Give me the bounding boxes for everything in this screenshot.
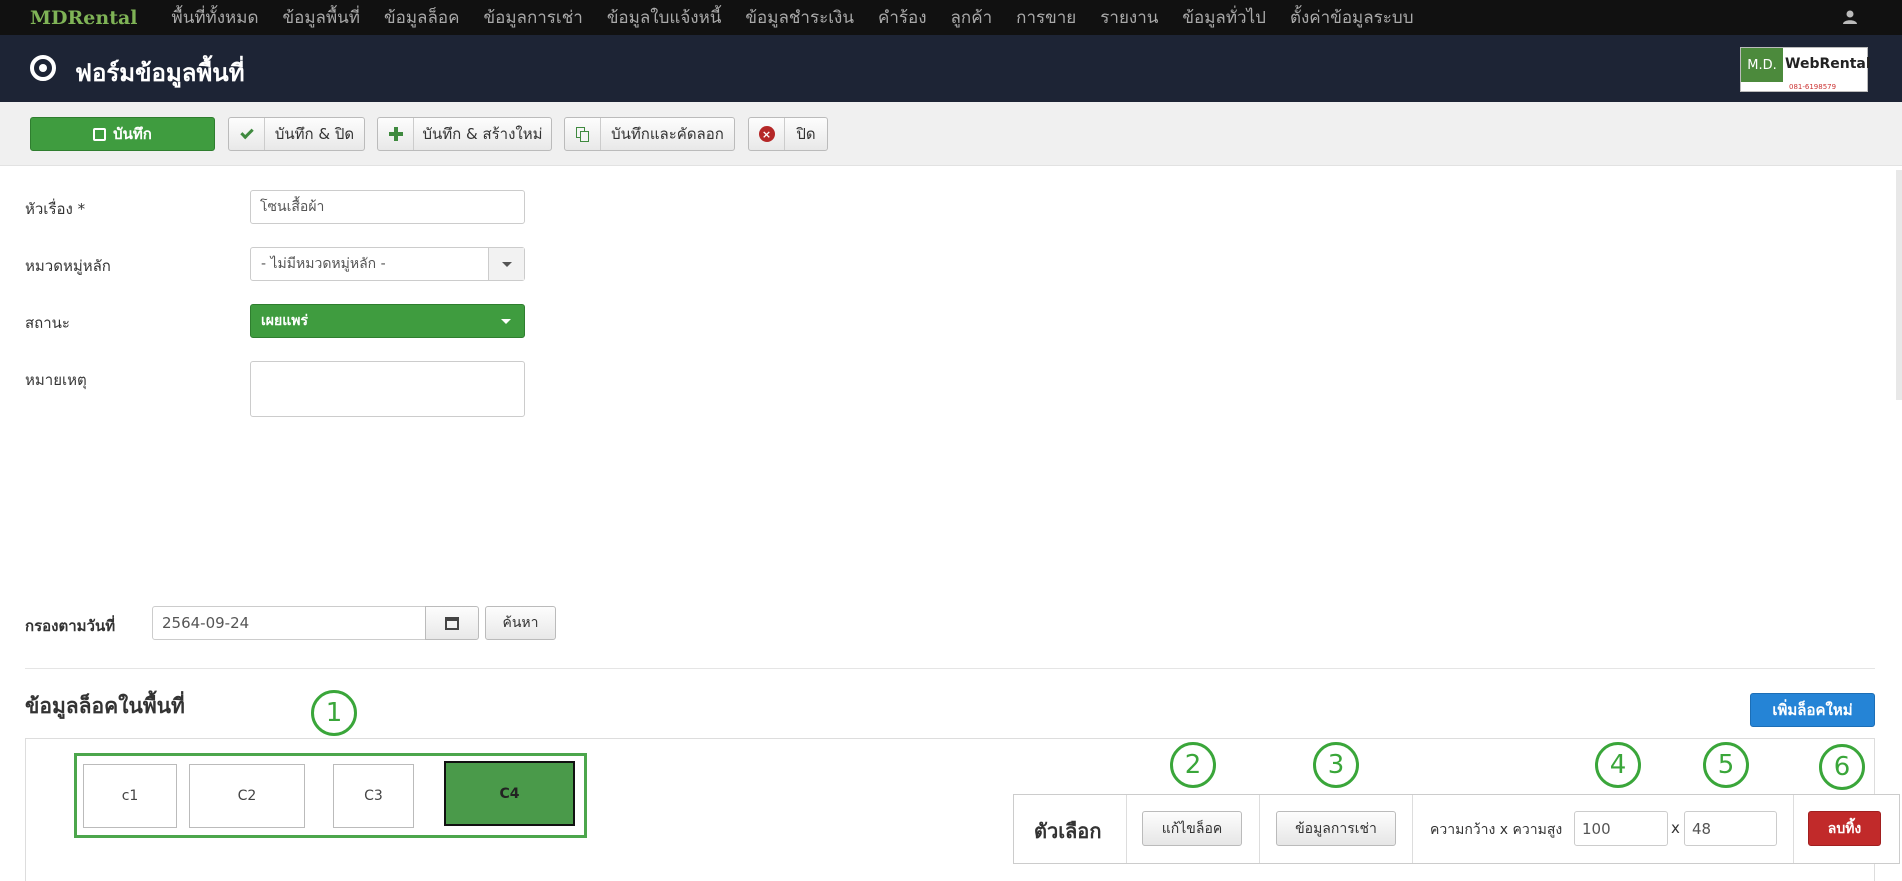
save-button[interactable]: บันทึก <box>30 117 215 151</box>
lock-block-c1[interactable]: c1 <box>83 764 177 828</box>
check-icon <box>229 118 265 150</box>
height-input[interactable] <box>1684 811 1777 846</box>
save-close-button[interactable]: บันทึก & ปิด <box>228 117 365 151</box>
save-close-label: บันทึก & ปิด <box>274 125 355 143</box>
logo-name: WebRental <box>1785 56 1871 72</box>
callout-1: 1 <box>311 690 357 736</box>
title-input[interactable] <box>250 190 525 224</box>
nav-item-system-settings[interactable]: ตั้งค่าข้อมูลระบบ <box>1278 4 1426 31</box>
edit-icon <box>93 127 107 141</box>
nav-item-lock-info[interactable]: ข้อมูลล็อค <box>372 4 471 31</box>
title-label: หัวเรื่อง * <box>25 200 86 218</box>
top-navbar: MDRental พื้นที่ทั้งหมด ข้อมูลพื้นที่ ข้… <box>0 0 1902 35</box>
callout-3: 3 <box>1313 742 1359 788</box>
search-button[interactable]: ค้นหา <box>485 606 556 640</box>
scrollbar[interactable] <box>1896 170 1902 400</box>
options-divider <box>1793 795 1794 863</box>
target-icon <box>30 55 56 81</box>
nav-item-all-areas[interactable]: พื้นที่ทั้งหมด <box>160 4 271 31</box>
nav-item-reports[interactable]: รายงาน <box>1088 4 1170 31</box>
category-label: หมวดหมู่หลัก <box>25 257 111 275</box>
user-icon[interactable] <box>1842 9 1858 25</box>
nav-item-requests[interactable]: คำร้อง <box>866 4 939 31</box>
brand-logo[interactable]: MDRental <box>0 7 160 29</box>
calendar-icon <box>445 616 459 630</box>
page-title: ฟอร์มข้อมูลพื้นที่ <box>75 59 245 87</box>
lock-block-c2[interactable]: C2 <box>189 764 305 828</box>
nav-item-area-info[interactable]: ข้อมูลพื้นที่ <box>271 4 373 31</box>
save-copy-button[interactable]: บันทึกและคัดลอก <box>564 117 735 151</box>
lock-block-c3[interactable]: C3 <box>333 764 414 828</box>
options-divider <box>1412 795 1413 863</box>
note-textarea[interactable] <box>250 361 525 417</box>
rental-info-button[interactable]: ข้อมูลการเช่า <box>1276 811 1396 846</box>
close-label: ปิด <box>796 125 816 143</box>
size-separator: x <box>1671 819 1680 837</box>
company-logo: M.D. WebRental 081-6198579 <box>1740 47 1871 92</box>
logo-md: M.D. <box>1741 48 1783 82</box>
close-icon: × <box>749 118 785 150</box>
callout-6: 6 <box>1819 744 1865 790</box>
plus-icon <box>378 118 414 150</box>
delete-button[interactable]: ลบทิ้ง <box>1808 811 1881 846</box>
category-value: - ไม่มีหมวดหมู่หลัก - <box>261 256 386 272</box>
options-divider <box>1259 795 1260 863</box>
nav-item-invoice-info[interactable]: ข้อมูลใบแจ้งหนี้ <box>595 4 734 31</box>
logo-phone: 081-6198579 <box>1789 83 1837 91</box>
status-value: เผยแพร่ <box>261 313 308 329</box>
locks-section-title: ข้อมูลล็อคในพื้นที่ <box>25 694 185 718</box>
calendar-button[interactable] <box>425 606 479 640</box>
save-button-label: บันทึก <box>113 125 152 143</box>
callout-4: 4 <box>1595 742 1641 788</box>
save-copy-label: บันทึกและคัดลอก <box>611 125 724 143</box>
options-divider <box>1126 795 1127 863</box>
category-select[interactable]: - ไม่มีหมวดหมู่หลัก - <box>250 247 525 281</box>
callout-5: 5 <box>1703 742 1749 788</box>
edit-lock-button[interactable]: แก้ไขล็อค <box>1142 811 1242 846</box>
action-toolbar: บันทึก บันทึก & ปิด บันทึก & สร้างใหม่ บ… <box>0 102 1902 166</box>
status-label: สถานะ <box>25 314 70 332</box>
options-title: ตัวเลือก <box>1034 819 1102 843</box>
chevron-down-icon <box>488 248 524 280</box>
width-input[interactable] <box>1574 811 1668 846</box>
size-label: ความกว้าง x ความสูง <box>1430 822 1563 838</box>
note-label: หมายเหตุ <box>25 371 87 389</box>
nav-item-sales[interactable]: การขาย <box>1004 4 1088 31</box>
callout-2: 2 <box>1170 742 1216 788</box>
chevron-down-icon <box>488 305 524 337</box>
nav-item-customers[interactable]: ลูกค้า <box>939 4 1005 31</box>
copy-icon <box>565 118 601 150</box>
lock-block-c4[interactable]: C4 <box>444 761 575 826</box>
section-divider <box>25 668 1875 669</box>
save-new-button[interactable]: บันทึก & สร้างใหม่ <box>377 117 552 151</box>
filter-date-input[interactable] <box>152 606 426 640</box>
nav-item-payment-info[interactable]: ข้อมูลชำระเงิน <box>733 4 866 31</box>
nav-item-rental-info[interactable]: ข้อมูลการเช่า <box>471 4 594 31</box>
save-new-label: บันทึก & สร้างใหม่ <box>422 125 543 143</box>
status-select[interactable]: เผยแพร่ <box>250 304 525 338</box>
close-button[interactable]: × ปิด <box>748 117 828 151</box>
page-header: ฟอร์มข้อมูลพื้นที่ <box>0 35 1902 102</box>
add-lock-button[interactable]: เพิ่มล็อคใหม่ <box>1750 693 1875 727</box>
nav-item-general-info[interactable]: ข้อมูลทั่วไป <box>1170 4 1278 31</box>
filter-date-label: กรองตามวันที่ <box>25 617 116 635</box>
lock-options-bar: ตัวเลือก แก้ไขล็อค ข้อมูลการเช่า ความกว้… <box>1013 794 1900 864</box>
